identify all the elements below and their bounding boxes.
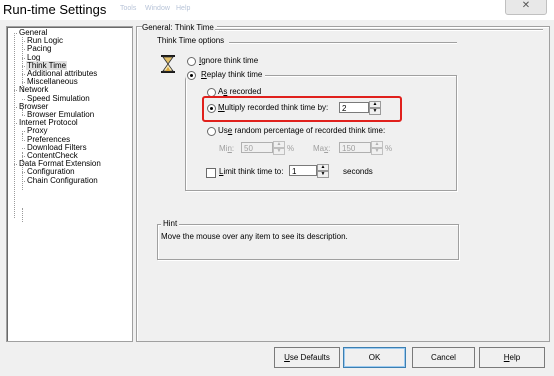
min-spin-up-icon[interactable]: ▲	[273, 141, 285, 148]
tree-ip-connector	[22, 152, 23, 190]
limit-input[interactable]: 1	[289, 165, 317, 176]
ignore-think-time-radio[interactable]	[187, 57, 196, 66]
multiply-radio[interactable]	[207, 104, 216, 113]
limit-spin-up-icon[interactable]: ▲	[317, 164, 329, 171]
title-bar: Run-time Settings Tools Window Help ✕	[0, 0, 554, 20]
random-percentage-label[interactable]: Use random percentage of recorded think …	[218, 126, 385, 136]
min-input[interactable]: 50	[241, 142, 273, 153]
tree-connector	[22, 98, 25, 100]
min-spin-down-icon[interactable]: ▼	[273, 148, 285, 155]
hint-title: Hint	[161, 219, 180, 229]
max-spinner[interactable]: ▲ ▼	[371, 141, 383, 155]
ghost-menu-help: Help	[176, 5, 191, 12]
tree-connector	[14, 106, 17, 108]
limit-spinner[interactable]: ▲ ▼	[317, 164, 329, 178]
tree-connector	[22, 172, 25, 174]
tree-connector	[14, 164, 17, 166]
ignore-think-time-label[interactable]: Ignore think time	[199, 56, 258, 66]
max-unit: %	[385, 144, 393, 153]
replay-think-time-radio[interactable]	[187, 71, 196, 80]
ghost-menu-tools: Tools	[120, 5, 137, 12]
tree-connector	[22, 65, 25, 67]
tree-dfe-connector	[22, 208, 23, 222]
settings-panel: General: Think Time Think Time options I…	[136, 23, 550, 342]
use-defaults-button[interactable]: Use Defaults	[274, 347, 340, 368]
min-unit: %	[287, 144, 295, 153]
tree-connector	[22, 115, 25, 116]
spin-down-icon[interactable]: ▼	[369, 108, 381, 115]
limit-think-time-label[interactable]: Limit think time to:	[219, 167, 283, 177]
min-label: Min:	[219, 144, 235, 153]
replay-think-time-label[interactable]: Replay think time	[198, 70, 266, 80]
limit-spin-down-icon[interactable]: ▼	[317, 171, 329, 178]
header-divider	[215, 29, 543, 31]
cancel-button[interactable]: Cancel	[412, 347, 475, 368]
tree-connector	[22, 156, 25, 157]
limit-unit-label: seconds	[343, 167, 373, 176]
tree-browser-connector	[22, 133, 23, 139]
tree-connector	[22, 57, 25, 59]
hint-box	[157, 224, 459, 260]
tree-connector	[22, 82, 25, 84]
hint-text: Move the mouse over any item to see its …	[161, 232, 348, 241]
tree-connector	[22, 49, 25, 51]
max-label: Max:	[313, 144, 331, 153]
min-spinner[interactable]: ▲ ▼	[273, 141, 285, 155]
hourglass-icon	[161, 55, 175, 73]
options-divider	[229, 42, 457, 44]
tree-connector	[22, 41, 25, 43]
tree-connector	[22, 180, 25, 182]
random-percentage-radio[interactable]	[207, 127, 216, 136]
tree-connector	[22, 74, 25, 75]
max-spin-up-icon[interactable]: ▲	[371, 141, 383, 148]
multiply-spinner[interactable]: ▲ ▼	[369, 101, 381, 115]
tree-connector	[22, 147, 25, 149]
max-spin-down-icon[interactable]: ▼	[371, 148, 383, 155]
tree-connector	[22, 139, 25, 141]
window-title: Run-time Settings	[3, 2, 107, 17]
close-button[interactable]: ✕	[505, 0, 547, 15]
panel-header: General: Think Time	[142, 23, 217, 33]
tree-root-connector	[14, 33, 15, 218]
multiply-input[interactable]: 2	[339, 102, 369, 113]
tree-item-chain-configuration[interactable]: Chain Configuration	[26, 176, 99, 185]
limit-think-time-checkbox[interactable]	[206, 168, 216, 178]
close-icon: ✕	[521, 0, 531, 11]
max-input[interactable]: 150	[339, 142, 371, 153]
tree-connector	[14, 123, 17, 125]
settings-tree[interactable]: General Run Logic Pacing Log Think Time Addit…	[6, 26, 133, 342]
help-button[interactable]: Help	[479, 347, 545, 368]
multiply-label[interactable]: Multiply recorded think time by:	[218, 103, 328, 113]
tree-general-connector	[22, 37, 23, 92]
options-group-title: Think Time options	[157, 36, 225, 45]
tree-connector	[14, 90, 17, 92]
tree-connector	[22, 131, 25, 133]
ok-button[interactable]: OK	[343, 347, 406, 368]
tree-connector	[14, 33, 17, 34]
spin-up-icon[interactable]: ▲	[369, 101, 381, 108]
ghost-menu-window: Window	[145, 5, 170, 12]
